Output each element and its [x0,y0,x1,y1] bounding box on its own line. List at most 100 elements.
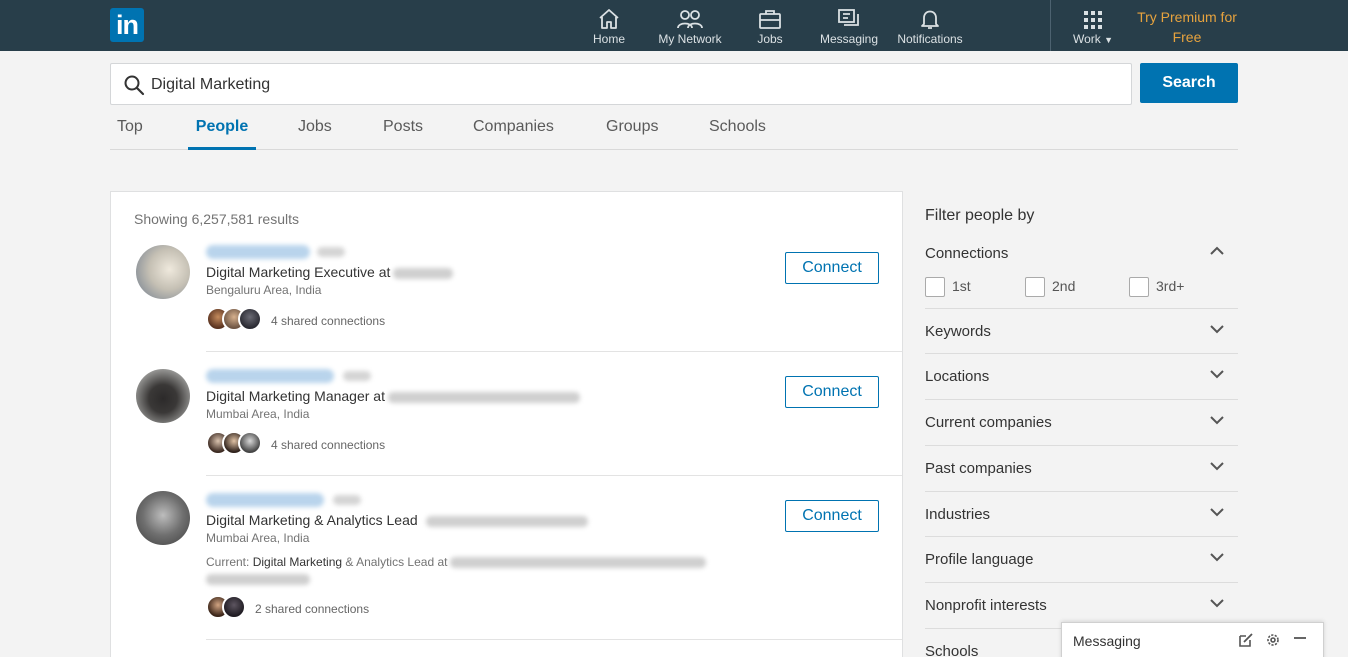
filter-locations[interactable]: Locations [925,368,1238,390]
nav-work-menu[interactable]: Work ▼ [1070,0,1116,51]
connect-button[interactable]: Connect [785,252,879,284]
messaging-dock-label: Messaging [1073,633,1141,649]
gear-icon[interactable] [1265,632,1281,648]
tab-posts[interactable]: Posts [383,108,423,150]
tab-schools[interactable]: Schools [709,108,766,150]
briefcase-icon [759,10,781,29]
filter-keywords[interactable]: Keywords [925,323,1238,345]
linkedin-logo[interactable]: in [110,8,144,42]
current-rest: & Analytics Lead at [342,555,448,569]
company-redacted [387,391,580,403]
avatar[interactable] [136,369,190,423]
nav-jobs-label: Jobs [757,32,783,46]
checkbox-box [1025,277,1045,297]
connection-degree-redacted [317,247,345,257]
headline-text: Digital Marketing Executive at [206,264,391,280]
filter-connections-header[interactable]: Connections [925,245,1238,267]
avatar [222,595,246,619]
current-position: Current: Digital Marketing & Analytics L… [206,555,707,569]
search-result-tabs: Top People Jobs Posts Companies Groups S… [110,108,1238,150]
headline-text: Digital Marketing & Analytics Lead [206,512,418,528]
filter-past-companies[interactable]: Past companies [925,460,1238,482]
caret-down-icon: ▼ [1104,35,1114,45]
nav-my-network-label: My Network [658,32,722,46]
filter-label: Locations [925,368,990,385]
shared-connections-link[interactable]: 4 shared connections [271,438,385,452]
chevron-down-icon [1210,462,1224,471]
filter-divider [925,308,1238,309]
company-redacted [450,557,707,569]
result-location: Bengaluru Area, India [206,283,322,297]
try-premium-link[interactable]: Try Premium for Free [1128,7,1246,47]
nav-jobs[interactable]: Jobs [752,0,788,51]
nav-home[interactable]: Home [589,0,629,51]
result-location: Mumbai Area, India [206,531,310,545]
filter-profile-language[interactable]: Profile language [925,551,1238,573]
bell-icon [921,10,939,29]
result-location: Mumbai Area, India [206,407,310,421]
home-icon [599,9,619,29]
chevron-down-icon [1210,553,1224,562]
results-count: Showing 6,257,581 results [134,211,299,227]
filter-label: Past companies [925,460,1032,477]
chevron-down-icon [1210,325,1224,334]
nav-divider [1050,0,1051,51]
filter-current-companies[interactable]: Current companies [925,414,1238,436]
filter-divider [925,399,1238,400]
nav-notifications-label: Notifications [897,32,963,46]
chevron-down-icon [1210,508,1224,517]
search-button[interactable]: Search [1140,63,1238,103]
filter-label: Nonprofit interests [925,597,1047,614]
shared-connection-avatars[interactable] [206,431,266,455]
result-divider [206,639,902,640]
profile-name-redacted[interactable] [206,245,310,259]
checkbox-label: 2nd [1052,278,1076,294]
profile-name-redacted[interactable] [206,493,324,507]
shared-connections-link[interactable]: 4 shared connections [271,314,385,328]
current-match: Digital Marketing [252,555,343,569]
nav-messaging[interactable]: Messaging [819,0,879,51]
nav-messaging-label: Messaging [819,32,879,46]
current-position-overflow-redacted [206,574,310,585]
avatar[interactable] [136,245,190,299]
tab-top[interactable]: Top [117,108,143,150]
filter-industries[interactable]: Industries [925,506,1238,528]
search-box [110,63,1132,105]
shared-connection-avatars[interactable] [206,595,250,619]
shared-connection-avatars[interactable] [206,307,266,331]
tab-people[interactable]: People [188,108,256,150]
profile-name-redacted[interactable] [206,369,334,383]
filter-nonprofit-interests[interactable]: Nonprofit interests [925,597,1238,619]
result-divider [206,351,902,352]
filter-divider [925,445,1238,446]
checkbox-label: 3rd+ [1156,278,1185,294]
messaging-dock[interactable]: Messaging [1061,622,1324,657]
nav-my-network[interactable]: My Network [657,0,723,51]
filter-divider [925,491,1238,492]
company-redacted [393,267,454,279]
chevron-down-icon [1210,416,1224,425]
minimize-icon[interactable] [1292,632,1308,648]
shared-connections-link[interactable]: 2 shared connections [255,602,369,616]
compose-icon[interactable] [1238,632,1254,648]
filter-divider [925,353,1238,354]
connect-button[interactable]: Connect [785,500,879,532]
search-input[interactable] [151,72,1111,98]
connect-button[interactable]: Connect [785,376,879,408]
nav-work-wrap: Work ▼ [1073,32,1113,46]
tab-groups[interactable]: Groups [606,108,658,150]
filter-label: Industries [925,506,991,523]
nav-home-label: Home [592,32,625,46]
tab-jobs[interactable]: Jobs [298,108,332,150]
chevron-up-icon [1210,246,1224,255]
search-icon [124,75,145,96]
filter-label: Schools [925,643,979,657]
result-headline: Digital Marketing Executive at [206,264,454,280]
filters-title: Filter people by [925,207,1035,224]
tab-companies[interactable]: Companies [473,108,554,150]
avatar [238,307,262,331]
network-icon [677,10,703,29]
filter-divider [925,582,1238,583]
nav-notifications[interactable]: Notifications [894,0,966,51]
avatar[interactable] [136,491,190,545]
